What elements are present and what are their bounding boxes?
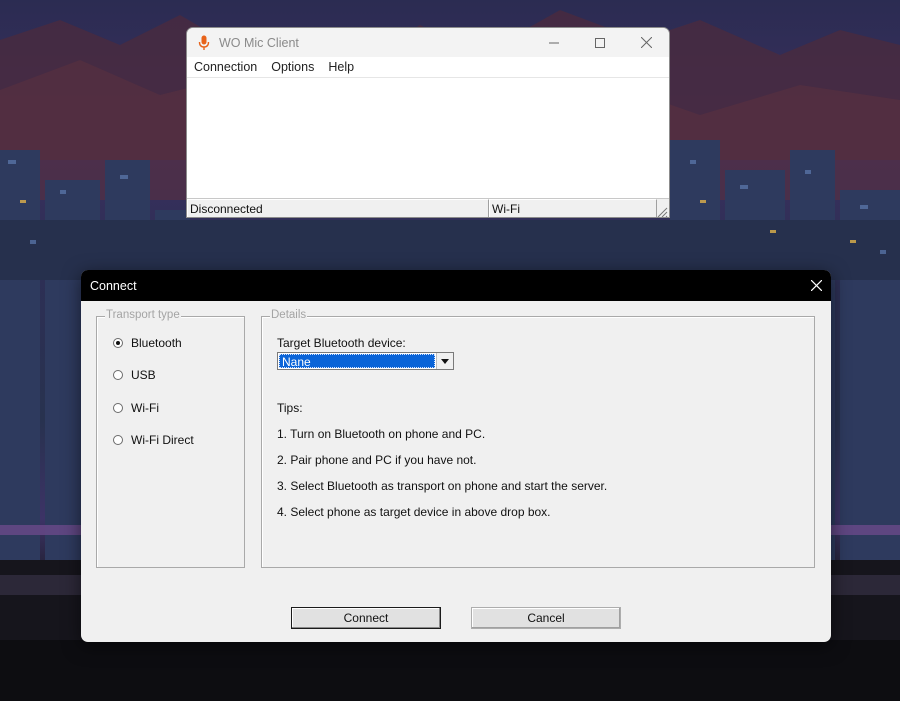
cancel-button[interactable]: Cancel bbox=[471, 607, 621, 629]
chevron-down-icon[interactable] bbox=[436, 353, 453, 369]
close-button[interactable] bbox=[623, 28, 669, 57]
menu-bar: Connection Options Help bbox=[187, 57, 669, 78]
transport-type-legend: Transport type bbox=[105, 309, 181, 321]
radio-bluetooth[interactable]: Bluetooth bbox=[113, 336, 182, 350]
radio-wifi[interactable]: Wi-Fi bbox=[113, 401, 159, 415]
main-client-area bbox=[187, 78, 669, 198]
menu-options[interactable]: Options bbox=[264, 60, 321, 74]
radio-usb-indicator[interactable] bbox=[113, 370, 123, 380]
dialog-close-button[interactable] bbox=[801, 270, 831, 301]
maximize-icon bbox=[595, 37, 605, 48]
close-icon bbox=[640, 37, 652, 48]
tip-1: 1. Turn on Bluetooth on phone and PC. bbox=[277, 427, 486, 441]
radio-usb-label: USB bbox=[131, 368, 156, 382]
close-icon bbox=[810, 280, 822, 291]
connect-button[interactable]: Connect bbox=[291, 607, 441, 629]
details-group: Details Target Bluetooth device: Nane Ti… bbox=[261, 309, 815, 568]
radio-bluetooth-indicator[interactable] bbox=[113, 338, 123, 348]
minimize-button[interactable] bbox=[531, 28, 577, 57]
radio-wifi-label: Wi-Fi bbox=[131, 401, 159, 415]
transport-type-group: Transport type Bluetooth USB Wi-Fi Wi-Fi… bbox=[96, 309, 245, 568]
radio-wifi-direct-indicator[interactable] bbox=[113, 435, 123, 445]
connect-dialog: Connect Transport type Bluetooth USB Wi-… bbox=[81, 270, 831, 642]
radio-wifi-direct-label: Wi-Fi Direct bbox=[131, 433, 194, 447]
details-legend: Details bbox=[270, 309, 308, 321]
connection-status: Disconnected bbox=[187, 199, 489, 217]
menu-connection[interactable]: Connection bbox=[187, 60, 264, 74]
resize-grip-icon[interactable] bbox=[657, 201, 669, 217]
tip-4: 4. Select phone as target device in abov… bbox=[277, 505, 551, 519]
maximize-button[interactable] bbox=[577, 28, 623, 57]
tip-2: 2. Pair phone and PC if you have not. bbox=[277, 453, 477, 467]
status-bar: Disconnected Wi-Fi bbox=[187, 198, 669, 217]
radio-wifi-direct[interactable]: Wi-Fi Direct bbox=[113, 433, 194, 447]
menu-help[interactable]: Help bbox=[321, 60, 361, 74]
dialog-title: Connect bbox=[90, 278, 137, 293]
target-device-label: Target Bluetooth device: bbox=[277, 336, 406, 350]
microphone-icon bbox=[197, 35, 211, 51]
transport-status: Wi-Fi bbox=[489, 199, 657, 217]
dialog-title-bar[interactable]: Connect bbox=[81, 270, 831, 301]
wo-mic-main-window: WO Mic Client Connection Options Help Di… bbox=[186, 27, 670, 218]
target-device-select[interactable]: Nane bbox=[277, 352, 454, 370]
tips-heading: Tips: bbox=[277, 401, 303, 415]
radio-bluetooth-label: Bluetooth bbox=[131, 336, 182, 350]
main-title-bar[interactable]: WO Mic Client bbox=[187, 28, 669, 57]
target-device-value: Nane bbox=[279, 354, 435, 369]
radio-wifi-indicator[interactable] bbox=[113, 403, 123, 413]
radio-usb[interactable]: USB bbox=[113, 368, 156, 382]
main-window-title: WO Mic Client bbox=[219, 35, 299, 50]
tip-3: 3. Select Bluetooth as transport on phon… bbox=[277, 479, 608, 493]
minimize-icon bbox=[549, 42, 559, 43]
